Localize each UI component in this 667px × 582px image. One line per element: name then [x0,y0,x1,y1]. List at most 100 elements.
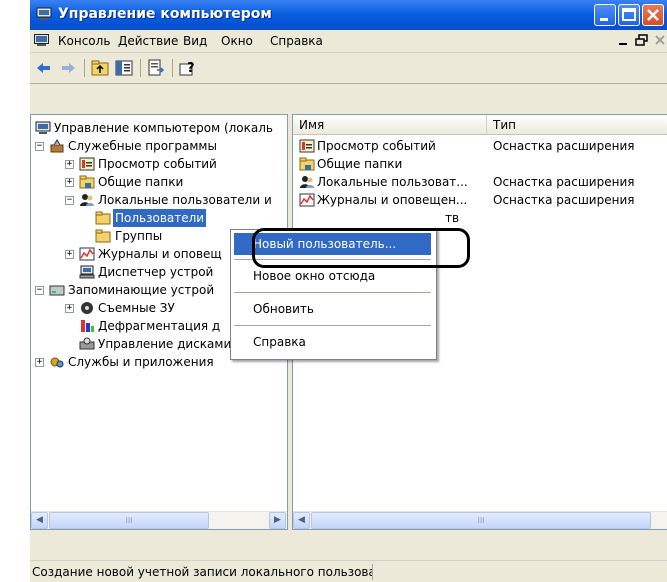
title-bar[interactable]: Управление компьютером [30,0,667,30]
tree-item-label: Управление дисками [98,337,232,351]
tree-item-label: Просмотр событий [98,157,217,171]
scroll-right-button[interactable]: ▶ [269,512,286,529]
collapse-toggle[interactable]: − [65,196,74,205]
highlight-callout [252,228,470,268]
restore-icon [635,34,648,46]
defrag-icon [81,320,94,332]
column-header-type[interactable]: Тип [487,115,667,135]
tree-item-label: Службы и приложения [68,355,214,369]
tree-horizontal-scrollbar[interactable]: ◀ III ▶ [31,511,287,529]
menu-window[interactable]: Окно [221,34,253,48]
tree-item-label: Группы [115,229,163,243]
tree-item-system-tools[interactable]: − Служебные программы [35,137,285,155]
mdi-minimize-button[interactable] [616,33,632,48]
tree-item-local-users-groups[interactable]: − Локальные пользователи и [35,191,287,209]
page-margin [0,0,30,582]
computer-management-icon [36,7,52,20]
toolbar-separator [140,59,141,77]
folder-icon [95,229,111,243]
tree-item-label: Запоминающие устрой [68,283,215,297]
column-header-name[interactable]: Имя [293,115,487,135]
list-horizontal-scrollbar[interactable]: ◀ III [293,511,667,529]
collapse-toggle[interactable]: − [35,142,44,151]
mdi-close-button[interactable] [652,33,667,48]
tree-item-label: Диспетчер устрой [98,265,214,279]
list-item[interactable]: Общие папки [299,155,667,173]
list-item[interactable]: Журналы и оповещен... Оснастка расширени… [299,191,667,209]
forward-button[interactable] [58,58,78,78]
menu-separator [234,325,431,326]
list-item-name: Журналы и оповещен... [317,193,468,207]
toolbar-separator [172,59,173,77]
services-icon [50,357,64,368]
close-button[interactable] [642,4,664,26]
help-icon: ? [179,61,195,76]
tree-item-event-viewer[interactable]: + Просмотр событий [35,155,285,173]
expand-toggle[interactable]: + [65,304,74,313]
menu-item-refresh[interactable]: Обновить [234,298,431,320]
help-button[interactable]: ? [178,58,198,78]
menu-console[interactable]: Консоль [58,34,110,48]
shared-folder-icon [299,157,315,171]
scroll-thumb[interactable]: III [49,512,209,529]
storage-icon [49,285,65,296]
expand-toggle[interactable]: + [35,358,44,367]
list-item-name: Общие папки [317,157,403,171]
status-text: Создание новой учетной записи локального… [32,564,373,580]
scroll-left-button[interactable]: ◀ [31,512,48,529]
forward-arrow-icon [62,63,75,73]
minimize-icon [600,18,608,21]
tree-item-label-selected: Пользователи [113,209,207,227]
menu-bar: Консоль Действие Вид Окно Справка [30,30,667,53]
tree-item-label: Управление компьютером (локаль [54,121,273,135]
toolbar-separator [84,59,85,77]
list-item[interactable]: Просмотр событий Оснастка расширения [299,137,667,155]
expand-toggle[interactable]: + [65,178,74,187]
scroll-thumb[interactable]: III [311,512,651,529]
menu-item-help[interactable]: Справка [234,331,431,353]
users-icon [80,194,94,206]
list-item-name: Локальные пользоват... [317,175,468,189]
list-item-type: Оснастка расширения [493,175,635,189]
export-list-icon [148,59,165,76]
collapse-toggle[interactable]: − [35,286,44,295]
menu-view[interactable]: Вид [183,34,207,48]
menu-separator [234,292,431,293]
folder-up-icon [91,60,109,76]
tree-item-label: Съемные ЗУ [98,301,175,315]
maximize-button[interactable] [618,4,640,26]
menu-item-new-window[interactable]: Новое окно отсюда [234,265,431,287]
tools-icon [50,139,64,153]
logs-icon [79,247,95,261]
tree-item-label: Локальные пользователи и [98,193,272,207]
up-level-button[interactable] [90,58,110,78]
menu-help[interactable]: Справка [270,34,323,48]
event-viewer-icon [79,157,95,171]
tree-item-shared-folders[interactable]: + Общие папки [35,173,285,191]
expand-toggle[interactable]: + [65,160,74,169]
back-button[interactable] [34,58,54,78]
menu-action[interactable]: Действие [118,34,178,48]
event-viewer-icon [299,139,315,153]
console-menu-icon[interactable] [34,34,49,47]
expand-toggle[interactable]: + [65,250,74,259]
close-icon [647,9,659,21]
minimize-button[interactable] [594,4,616,26]
console-tree-icon [115,60,133,76]
list-item[interactable]: тв [299,209,667,227]
scroll-left-button[interactable]: ◀ [293,512,310,529]
list-item[interactable]: Локальные пользоват... Оснастка расширен… [299,173,667,191]
minimize-icon [619,43,627,45]
svg-text:?: ? [187,61,195,76]
tree-item-users[interactable]: Пользователи [35,209,285,227]
tree-item-label: Общие папки [98,175,184,189]
computer-icon [35,121,51,134]
tree-item-label: Дефрагментация д [98,319,221,333]
logs-icon [299,193,315,207]
export-list-button[interactable] [146,58,166,78]
window-title: Управление компьютером [58,6,272,22]
close-icon [655,35,665,45]
users-icon [300,176,314,188]
mdi-restore-button[interactable] [634,33,650,48]
show-hide-tree-button[interactable] [114,58,134,78]
